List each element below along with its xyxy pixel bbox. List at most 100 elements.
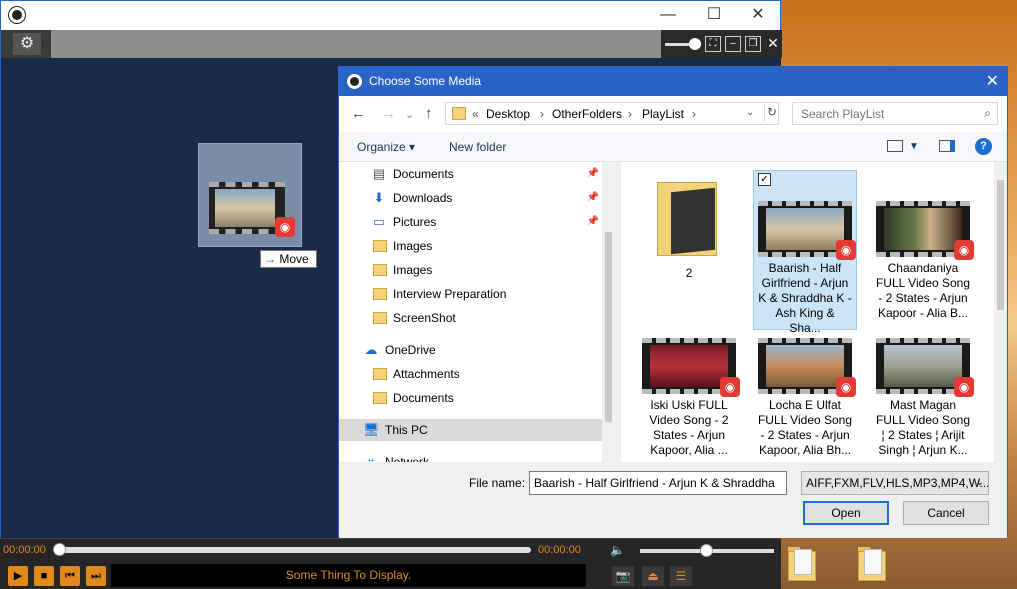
previous-icon[interactable]: ⏮ xyxy=(60,566,80,586)
nav-item-screenshot[interactable]: ScreenShot xyxy=(371,307,599,329)
files-pane: 2 ✓ ◉ Baarish - Half Girlfriend - Arjun … xyxy=(621,162,1007,462)
files-scrollbar[interactable] xyxy=(994,162,1007,462)
camera-icon[interactable]: 📷 xyxy=(612,566,634,586)
folder-icon xyxy=(373,240,387,252)
drag-ghost: ◉ xyxy=(198,143,302,247)
fullscreen-icon[interactable]: ⛶ xyxy=(705,36,721,52)
maximize-button[interactable]: ☐ xyxy=(691,3,737,27)
files-scroll-thumb[interactable] xyxy=(997,180,1004,310)
video-thumbnail: ◉ xyxy=(758,201,856,260)
search-input[interactable] xyxy=(793,103,973,124)
file-type-value: AIFF,FXM,FLV,HLS,MP3,MP4,W... xyxy=(806,476,989,490)
search-box[interactable]: ⌕ xyxy=(792,102,998,125)
drag-video-thumbnail: ◉ xyxy=(209,182,295,237)
top-volume-knob[interactable] xyxy=(689,38,701,50)
desktop-folder-icon[interactable] xyxy=(788,545,818,583)
address-row: ← → ⌄ ↑ « Desktop › OtherFolders › PlayL… xyxy=(339,96,1007,132)
select-checkbox[interactable]: ✓ xyxy=(758,173,771,186)
seek-track[interactable] xyxy=(58,547,531,553)
breadcrumb-playlist[interactable]: PlayList xyxy=(642,107,684,121)
nav-item-pictures[interactable]: ▭ Pictures 📌 xyxy=(371,211,599,233)
nav-label: OneDrive xyxy=(385,343,436,357)
pin-icon: 📌 xyxy=(586,192,599,203)
breadcrumb-desktop[interactable]: Desktop xyxy=(486,107,530,121)
help-icon[interactable]: ? xyxy=(975,138,992,155)
view-dropdown-icon[interactable]: ▼ xyxy=(909,141,919,152)
file-type-select[interactable]: AIFF,FXM,FLV,HLS,MP3,MP4,W... ⌄ xyxy=(801,471,989,495)
nav-item-network[interactable]: ⌗ Network xyxy=(363,451,599,462)
playback-controls: ▶ ■ ⏮ ⏭ Some Thing To Display. 📷 ⏏ ☰ xyxy=(0,562,781,589)
mini-close-icon[interactable]: ✕ xyxy=(765,36,781,52)
volume-knob[interactable] xyxy=(700,544,713,557)
nav-item-onedrive[interactable]: ☁ OneDrive xyxy=(363,339,599,361)
nav-label: Network xyxy=(385,455,430,462)
breadcrumb-overflow[interactable]: « xyxy=(472,107,479,121)
seek-knob[interactable] xyxy=(53,543,66,556)
play-badge-icon: ◉ xyxy=(836,377,856,397)
file-name: Locha E Ulfat FULL Video Song - 2 States… xyxy=(757,398,853,457)
nav-item-documents[interactable]: ▤ Documents 📌 xyxy=(371,163,599,185)
file-name: Iski Uski FULL Video Song - 2 States - A… xyxy=(649,398,729,457)
address-dropdown-icon[interactable]: ⌄ xyxy=(746,107,754,118)
file-item-video[interactable]: ◉ Chaandaniya FULL Video Song - 2 States… xyxy=(871,171,975,321)
desktop-folder-icon[interactable] xyxy=(858,545,888,583)
minimize-button[interactable]: — xyxy=(645,3,691,27)
nav-item-this-pc[interactable]: 🖥 This PC xyxy=(339,419,602,441)
new-folder-button[interactable]: New folder xyxy=(449,140,506,154)
nav-scrollbar[interactable] xyxy=(602,162,615,462)
dialog-app-icon xyxy=(347,74,362,89)
up-arrow-icon[interactable]: ↑ xyxy=(425,105,433,122)
display-text: Some Thing To Display. xyxy=(111,564,586,587)
play-icon[interactable]: ▶ xyxy=(8,566,28,586)
nav-label: Pictures xyxy=(393,215,437,229)
forward-arrow-icon[interactable]: → xyxy=(381,105,396,122)
network-icon: ⌗ xyxy=(367,454,375,462)
computer-icon: 🖥 xyxy=(363,422,380,437)
file-item-video[interactable]: ✓ ◉ Baarish - Half Girlfriend - Arjun K … xyxy=(753,170,857,335)
pictures-icon: ▭ xyxy=(372,214,386,229)
nav-item-images[interactable]: Images xyxy=(371,235,599,257)
dialog-titlebar: Choose Some Media ✕ xyxy=(339,67,1007,96)
pin-icon: 📌 xyxy=(586,216,599,227)
nav-label: Attachments xyxy=(393,367,460,381)
dialog-close-icon[interactable]: ✕ xyxy=(986,71,999,91)
gear-icon[interactable]: ⚙ xyxy=(13,33,41,55)
playlist-menu-icon[interactable]: ☰ xyxy=(670,566,692,586)
nav-scroll-thumb[interactable] xyxy=(605,232,612,422)
change-view-icon[interactable] xyxy=(887,140,903,152)
file-name: Baarish - Half Girlfriend - Arjun K & Sh… xyxy=(758,261,852,335)
nav-item-attachments[interactable]: Attachments xyxy=(371,363,599,385)
folder-icon xyxy=(373,288,387,300)
preview-pane-icon[interactable] xyxy=(939,140,955,152)
mini-minimize-icon[interactable]: – xyxy=(725,36,741,52)
file-name-input[interactable] xyxy=(529,471,787,495)
nav-item-onedrive-documents[interactable]: Documents xyxy=(371,387,599,409)
mini-restore-icon[interactable]: ❐ xyxy=(745,36,761,52)
refresh-icon[interactable]: ↻ xyxy=(764,105,779,122)
stop-icon[interactable]: ■ xyxy=(34,566,54,586)
file-item-video[interactable]: ◉ Iski Uski FULL Video Song - 2 States -… xyxy=(637,332,741,458)
address-bar[interactable]: « Desktop › OtherFolders › PlayList › ⌄ … xyxy=(445,102,779,125)
nav-label: Documents xyxy=(393,391,454,405)
folder-icon xyxy=(373,368,387,380)
speaker-icon[interactable]: 🔈 xyxy=(610,543,625,557)
file-item-folder[interactable]: 2 xyxy=(637,172,741,281)
cancel-button[interactable]: Cancel xyxy=(903,501,989,525)
file-item-video[interactable]: ◉ Locha E Ulfat FULL Video Song - 2 Stat… xyxy=(753,332,857,458)
chevron-down-icon: ⌄ xyxy=(975,477,984,488)
back-arrow-icon[interactable]: ← xyxy=(351,105,366,122)
breadcrumb-otherfolders[interactable]: OtherFolders xyxy=(552,107,622,121)
nav-item-images[interactable]: Images xyxy=(371,259,599,281)
command-bar: Organize ▾ New folder ▼ ? xyxy=(339,132,1007,162)
eject-icon[interactable]: ⏏ xyxy=(642,566,664,586)
recent-dropdown-icon[interactable]: ⌄ xyxy=(405,108,414,121)
open-button[interactable]: Open xyxy=(803,501,889,525)
current-time: 00:00:00 xyxy=(3,544,46,556)
total-time: 00:00:00 xyxy=(538,544,581,556)
file-item-video[interactable]: ◉ Mast Magan FULL Video Song ¦ 2 States … xyxy=(871,332,975,458)
next-icon[interactable]: ⏭ xyxy=(86,566,106,586)
nav-item-interview-preparation[interactable]: Interview Preparation xyxy=(371,283,599,305)
nav-item-downloads[interactable]: ⬇ Downloads 📌 xyxy=(371,187,599,209)
organize-button[interactable]: Organize ▾ xyxy=(357,140,415,154)
close-button[interactable]: ✕ xyxy=(735,3,781,27)
